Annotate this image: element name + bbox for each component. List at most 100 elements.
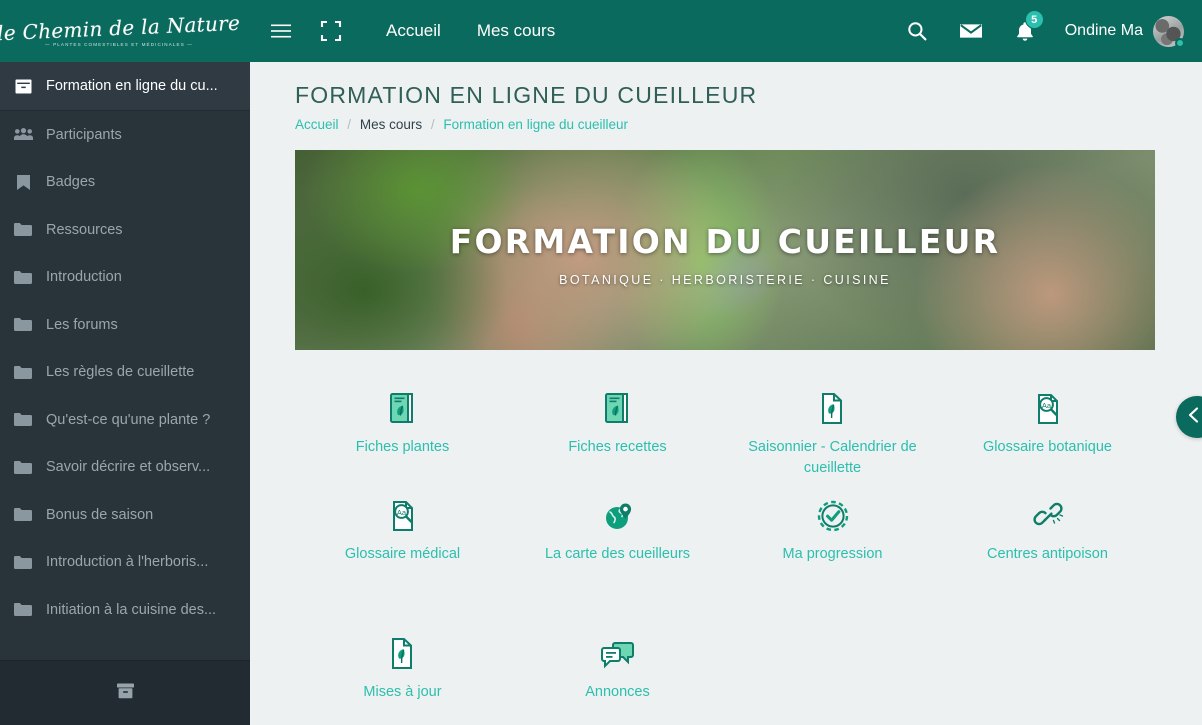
bell-icon[interactable]: 5 — [1005, 10, 1045, 51]
hamburger-menu-icon[interactable] — [264, 14, 298, 48]
progress-check-icon — [816, 493, 850, 533]
activity-ma-progression[interactable]: Ma progression — [725, 479, 940, 565]
sidebar-item-quest-ce-quune-plante[interactable]: Qu'est-ce qu'une plante ? — [0, 396, 250, 444]
course-box-icon — [8, 79, 38, 94]
user-name-label[interactable]: Ondine Ma — [1065, 22, 1143, 40]
sidebar-footer — [0, 660, 250, 725]
banner-subtitle: BOTANIQUE · HERBORISTERIE · CUISINE — [559, 272, 891, 287]
sidebar-item-label: Qu'est-ce qu'une plante ? — [46, 411, 211, 428]
top-header: le Chemin de la Nature — PLANTES COMESTI… — [0, 0, 1202, 62]
sidebar-item-label: Ressources — [46, 221, 123, 238]
folder-icon — [8, 460, 38, 474]
folder-icon — [8, 318, 38, 332]
activity-grid: Fiches plantes Fiches recettes Saisonnie… — [295, 372, 1155, 703]
logo-script-text: le Chemin de la Nature — [0, 10, 242, 46]
sidebar-item-introduction-herboristerie[interactable]: Introduction à l'herboris... — [0, 539, 250, 587]
sidebar-item-initiation-cuisine[interactable]: Initiation à la cuisine des... — [0, 586, 250, 634]
sidebar-item-label: Introduction à l'herboris... — [46, 554, 209, 571]
sidebar-item-les-forums[interactable]: Les forums — [0, 301, 250, 349]
sidebar-item-label: Formation en ligne du cu... — [46, 78, 218, 94]
activity-label: Fiches recettes — [568, 439, 667, 455]
users-icon — [8, 128, 38, 141]
activity-glossaire-medical[interactable]: Aa Glossaire médical — [295, 479, 510, 565]
activity-label: Ma progression — [782, 546, 883, 562]
sidebar-item-ressources[interactable]: Ressources — [0, 206, 250, 254]
sidebar-item-label: Savoir décrire et observ... — [46, 459, 211, 476]
activity-label: Annonces — [585, 684, 650, 700]
glossary-aa-icon: Aa — [388, 493, 418, 533]
sidebar-item-introduction[interactable]: Introduction — [0, 254, 250, 302]
sidebar-item-bonus-de-saison[interactable]: Bonus de saison — [0, 491, 250, 539]
banner-text-block: FORMATION DU CUEILLEUR BOTANIQUE · HERBO… — [295, 150, 1155, 350]
header-right-cluster: 5 Ondine Ma — [897, 10, 1202, 51]
globe-pin-icon — [602, 493, 634, 533]
chat-bubbles-icon — [600, 631, 635, 671]
folder-icon — [8, 365, 38, 379]
sidebar-item-label: Bonus de saison — [46, 506, 154, 523]
link-chain-icon — [1032, 493, 1064, 533]
sidebar-item-label: Initiation à la cuisine des... — [46, 601, 217, 618]
sidebar-item-participants[interactable]: Participants — [0, 111, 250, 159]
breadcrumb-separator: / — [430, 117, 435, 132]
breadcrumb-separator: / — [347, 117, 352, 132]
nav-link-mes-cours[interactable]: Mes cours — [465, 21, 567, 41]
book-leaf-icon — [388, 386, 418, 426]
activity-fiches-recettes[interactable]: Fiches recettes — [510, 372, 725, 479]
logo-tagline: — PLANTES COMESTIBLES ET MÉDICINALES — — [45, 42, 193, 47]
search-icon[interactable] — [897, 11, 937, 51]
sidebar-item-formation[interactable]: Formation en ligne du cu... — [0, 62, 250, 111]
breadcrumb: Accueil / Mes cours / Formation en ligne… — [250, 109, 1202, 132]
activity-fiches-plantes[interactable]: Fiches plantes — [295, 372, 510, 479]
activity-carte-des-cueilleurs[interactable]: La carte des cueilleurs — [510, 479, 725, 565]
activity-centres-antipoison[interactable]: Centres antipoison — [940, 479, 1155, 565]
banner-title: FORMATION DU CUEILLEUR — [449, 221, 1001, 261]
chevron-left-icon — [1188, 406, 1201, 429]
activity-label: Glossaire botanique — [983, 439, 1112, 455]
sidebar-item-label: Introduction — [46, 269, 122, 286]
course-banner-image: FORMATION DU CUEILLEUR BOTANIQUE · HERBO… — [295, 150, 1155, 350]
activity-mises-a-jour[interactable]: Mises à jour — [295, 617, 510, 703]
sidebar-item-label: Les forums — [46, 316, 118, 333]
activity-annonces[interactable]: Annonces — [510, 617, 725, 703]
sidebar-item-label: Badges — [46, 174, 96, 191]
avatar[interactable] — [1153, 15, 1185, 48]
activity-saisonnier-calendrier[interactable]: Saisonnier - Calendrier de cueillette — [725, 372, 940, 479]
page-title: FORMATION EN LIGNE DU CUEILLEUR — [295, 82, 758, 108]
grid-row-spacer — [295, 565, 1155, 617]
book-leaf-icon — [603, 386, 633, 426]
activity-label: Saisonnier - Calendrier de cueillette — [748, 439, 917, 476]
activity-label: Mises à jour — [363, 684, 442, 700]
page-leaf-icon — [819, 386, 847, 426]
notification-count-badge: 5 — [1024, 10, 1044, 29]
sidebar-item-savoir-decrire[interactable]: Savoir décrire et observ... — [0, 444, 250, 492]
folder-icon — [8, 508, 38, 522]
activity-label: Centres antipoison — [987, 546, 1108, 562]
folder-icon — [8, 603, 38, 617]
page-leaf-icon — [389, 631, 417, 671]
sidebar-item-badges[interactable]: Badges — [0, 159, 250, 207]
online-status-dot — [1175, 37, 1185, 48]
activity-glossaire-botanique[interactable]: Aa Glossaire botanique — [940, 372, 1155, 479]
badge-bookmark-icon — [8, 174, 38, 190]
folder-icon — [8, 413, 38, 427]
glossary-aa-icon: Aa — [1033, 386, 1063, 426]
breadcrumb-current[interactable]: Formation en ligne du cueilleur — [443, 117, 628, 132]
folder-icon — [8, 223, 38, 237]
sidebar-item-label: Les règles de cueillette — [46, 364, 195, 381]
site-logo[interactable]: le Chemin de la Nature — PLANTES COMESTI… — [0, 0, 242, 62]
archive-box-icon[interactable] — [116, 683, 134, 704]
main-content: FORMATION EN LIGNE DU CUEILLEUR Accueil … — [250, 62, 1202, 725]
activity-label: Fiches plantes — [355, 439, 450, 455]
breadcrumb-home[interactable]: Accueil — [295, 117, 339, 132]
sidebar-item-label: Participants — [46, 126, 122, 143]
activity-label: Glossaire médical — [344, 546, 461, 562]
activity-label: La carte des cueilleurs — [544, 546, 691, 562]
nav-link-accueil[interactable]: Accueil — [374, 21, 453, 41]
envelope-icon[interactable] — [951, 11, 991, 51]
folder-icon — [8, 270, 38, 284]
fullscreen-icon[interactable] — [314, 14, 348, 48]
folder-icon — [8, 555, 38, 569]
breadcrumb-mes-cours[interactable]: Mes cours — [360, 117, 422, 132]
drawer-toggle-button[interactable] — [1176, 396, 1202, 438]
sidebar-item-regles-cueillette[interactable]: Les règles de cueillette — [0, 349, 250, 397]
